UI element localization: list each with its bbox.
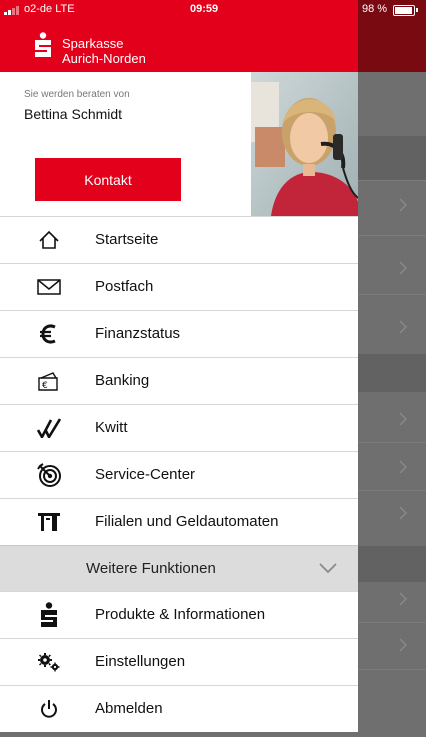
menu-item-label: Einstellungen: [95, 653, 186, 670]
contact-button[interactable]: Kontakt: [35, 158, 181, 201]
background-divider: [358, 235, 426, 236]
chevron-right-icon: [399, 261, 407, 275]
side-menu: Startseite Postfach Finanzstatus € Banki…: [0, 216, 358, 732]
menu-item-label: Startseite: [95, 231, 159, 248]
menu-item-label: Kwitt: [95, 419, 128, 436]
menu-item-label: Banking: [95, 372, 150, 389]
chevron-right-icon: [399, 638, 407, 652]
bank-name: Sparkasse Aurich-Norden: [62, 36, 146, 66]
advisor-card: Sie werden beraten von Bettina Schmidt K…: [0, 72, 358, 216]
chevron-right-icon: [399, 412, 407, 426]
chevron-right-icon: [399, 320, 407, 334]
wallet-icon: €: [37, 370, 61, 392]
mail-icon: [37, 276, 61, 298]
battery-icon: [393, 5, 418, 16]
section-label: Weitere Funktionen: [86, 560, 216, 577]
menu-item-einstellungen[interactable]: Einstellungen: [0, 638, 358, 685]
background-divider: [358, 294, 426, 295]
menu-item-label: Produkte & Informationen: [95, 606, 266, 623]
clock: 09:59: [190, 3, 219, 15]
menu-item-startseite[interactable]: Startseite: [0, 216, 358, 263]
menu-item-label: Service-Center: [95, 466, 196, 483]
chevron-right-icon: [399, 506, 407, 520]
background-divider: [358, 622, 426, 623]
chevron-down-icon: [319, 563, 337, 574]
background-divider: [358, 180, 426, 181]
menu-item-abmelden[interactable]: Abmelden: [0, 685, 358, 732]
carrier-label: o2-de LTE: [24, 3, 75, 15]
background-band: [358, 354, 426, 392]
battery-percent: 98 %: [362, 3, 388, 15]
background-divider: [358, 669, 426, 670]
bank-name-line2: Aurich-Norden: [62, 51, 146, 66]
power-icon: [37, 698, 61, 720]
menu-item-kwitt[interactable]: Kwitt: [0, 404, 358, 451]
kwitt-icon: [37, 417, 61, 439]
bank-name-line1: Sparkasse: [62, 36, 124, 51]
advisor-photo: [251, 72, 358, 216]
menu-item-label: Filialen und Geldautomaten: [95, 513, 279, 530]
gears-icon: [37, 651, 61, 673]
background-divider: [358, 442, 426, 443]
sparkasse-logo-icon: [35, 32, 51, 57]
background-divider: [358, 490, 426, 491]
atm-icon: [37, 511, 61, 533]
sparkasse-logo-icon: [37, 602, 61, 627]
status-bar: o2-de LTE 09:59 98 %: [0, 0, 426, 20]
overlay-header[interactable]: [358, 20, 426, 72]
menu-item-service-center[interactable]: Service-Center: [0, 451, 358, 498]
menu-item-postfach[interactable]: Postfach: [0, 263, 358, 310]
dimmed-background[interactable]: [358, 72, 426, 737]
signal-icon: [4, 6, 19, 15]
menu-item-label: Postfach: [95, 278, 154, 295]
chevron-right-icon: [399, 592, 407, 606]
advisor-caption: Sie werden beraten von: [24, 89, 130, 100]
menu-item-label: Abmelden: [95, 700, 163, 717]
advisor-name: Bettina Schmidt: [24, 106, 123, 122]
target-icon: [37, 463, 61, 487]
menu-item-banking[interactable]: € Banking: [0, 357, 358, 404]
menu-item-filialen[interactable]: Filialen und Geldautomaten: [0, 498, 358, 545]
chevron-right-icon: [399, 460, 407, 474]
menu-item-finanzstatus[interactable]: Finanzstatus: [0, 310, 358, 357]
menu-item-label: Finanzstatus: [95, 325, 181, 342]
app-header: Sparkasse Aurich-Norden: [0, 20, 358, 72]
menu-item-produkte[interactable]: Produkte & Informationen: [0, 591, 358, 638]
background-band: [358, 546, 426, 582]
home-icon: [37, 229, 61, 251]
chevron-right-icon: [399, 198, 407, 212]
euro-icon: [37, 323, 61, 345]
svg-text:€: €: [42, 381, 48, 391]
background-band: [358, 136, 426, 180]
section-weitere-funktionen[interactable]: Weitere Funktionen: [0, 545, 358, 591]
